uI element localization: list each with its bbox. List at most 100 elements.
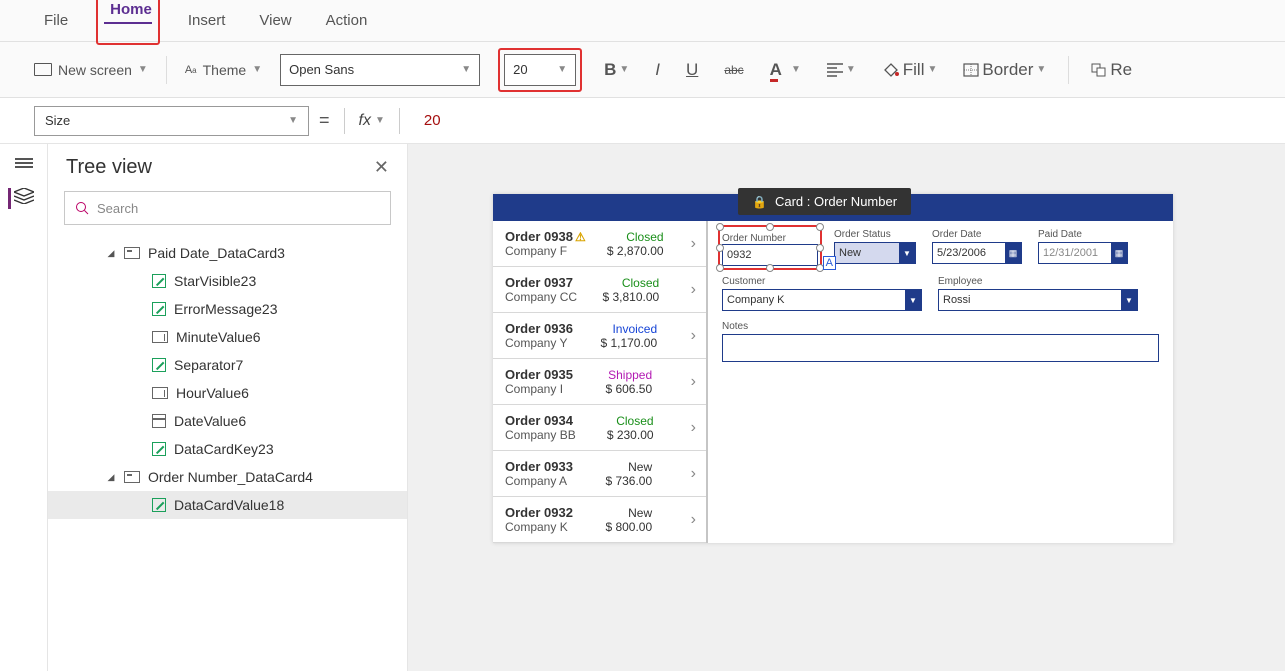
orderdate-input[interactable]: 5/23/2006▦ [932,242,1022,264]
selected-card-ordernumber[interactable]: Order Number 0932 A [718,225,822,270]
tree-node[interactable]: HourValue6 [48,379,407,407]
tree-node-label: DateValue6 [174,413,246,429]
tree-node-label: DataCardValue18 [174,497,284,513]
tab-file[interactable]: File [38,8,74,33]
fill-button[interactable]: Fill▼ [878,58,942,82]
menubar: File Home Insert View Action [0,0,1285,42]
ordernum-input[interactable]: 0932 [722,244,818,266]
txt-icon [152,331,168,343]
order-row[interactable]: Order 0935Company IShipped$ 606.50› [493,359,706,405]
theme-label: Theme [203,62,247,78]
reorder-label: Re [1110,60,1132,80]
paiddate-label: Paid Date [1038,229,1128,240]
theme-button[interactable]: Aa Theme ▼ [185,62,262,78]
employee-label: Employee [938,276,1138,287]
customer-select[interactable]: Company K▼ [722,289,922,311]
tree-node-label: ErrorMessage23 [174,301,278,317]
reorder-button[interactable]: Re [1087,58,1136,82]
search-icon [75,201,89,215]
tree-node[interactable]: MinuteValue6 [48,323,407,351]
tree-node[interactable]: ◢Order Number_DataCard4 [48,463,407,491]
align-icon [827,63,843,77]
tab-view[interactable]: View [253,8,297,33]
chevron-right-icon: › [691,235,696,253]
screen-icon [34,63,52,76]
tree-node[interactable]: Separator7 [48,351,407,379]
card-icon [124,471,140,483]
font-color-button[interactable]: A▼ [766,58,805,82]
property-select[interactable]: Size ▼ [34,106,309,136]
chevron-down-icon: ▼ [1121,290,1137,310]
tree-node-label: Separator7 [174,357,243,373]
calendar-icon: ▦ [1111,243,1127,263]
font-size-value: 20 [513,62,527,77]
border-icon [963,63,979,77]
tree-title: Tree view [66,156,152,179]
order-row[interactable]: Order 0934Company BBClosed$ 230.00› [493,405,706,451]
customer-label: Customer [722,276,922,287]
chevron-down-icon: ▼ [905,290,921,310]
tab-home[interactable]: Home [104,0,152,45]
edit-icon [152,498,166,512]
edit-icon [152,442,166,456]
border-button[interactable]: Border▼ [959,58,1050,82]
chevron-right-icon: › [691,465,696,483]
hamburger-icon[interactable] [15,156,33,170]
bold-button[interactable]: B▼ [600,58,633,82]
paiddate-input[interactable]: 12/31/2001▦ [1038,242,1128,264]
font-size-select[interactable]: 20 ▼ [504,54,576,86]
formula-value[interactable]: 20 [424,112,441,129]
close-icon[interactable]: ✕ [374,157,389,178]
underline-button[interactable]: U [682,58,702,82]
tab-action[interactable]: Action [320,8,374,33]
chevron-down-icon: ▼ [252,64,262,75]
calendar-icon: ▦ [1005,243,1021,263]
order-row[interactable]: Order 0938⚠Company FClosed$ 2,870.00› [493,221,706,267]
tree-node-label: Paid Date_DataCard3 [148,245,285,261]
chevron-down-icon: ▼ [899,243,915,263]
tab-insert[interactable]: Insert [182,8,232,33]
orderdate-label: Order Date [932,229,1022,240]
fx-button[interactable]: fx▼ [359,112,385,130]
order-list: Order 0938⚠Company FClosed$ 2,870.00›Ord… [493,221,708,543]
tree-node[interactable]: DateValue6 [48,407,407,435]
chevron-down-icon: ▼ [557,64,567,75]
chevron-right-icon: › [691,419,696,437]
notes-label: Notes [722,321,1159,332]
tree-node[interactable]: ◢Paid Date_DataCard3 [48,239,407,267]
tree-node-label: DataCardKey23 [174,441,274,457]
order-row[interactable]: Order 0932Company KNew$ 800.00› [493,497,706,543]
tree-node[interactable]: DataCardValue18 [48,491,407,519]
txt-icon [152,387,168,399]
chevron-right-icon: › [691,327,696,345]
ordernum-label: Order Number [722,233,786,244]
new-screen-button[interactable]: New screen ▼ [34,62,148,78]
new-screen-label: New screen [58,62,132,78]
tree-node[interactable]: ErrorMessage23 [48,295,407,323]
order-row[interactable]: Order 0937Company CCClosed$ 3,810.00› [493,267,706,313]
formula-bar: Size ▼ = fx▼ 20 [0,98,1285,144]
align-button[interactable]: ▼ [823,61,860,79]
tree-search-input[interactable]: Search [64,191,391,225]
reorder-icon [1091,63,1107,77]
font-family-select[interactable]: Open Sans ▼ [280,54,480,86]
app-preview: Northwind Orders Order 0938⚠Company FClo… [493,194,1173,543]
italic-button[interactable]: I [651,58,664,82]
font-family-value: Open Sans [289,62,354,77]
order-row[interactable]: Order 0936Company YInvoiced$ 1,170.00› [493,313,706,359]
order-row[interactable]: Order 0933Company ANew$ 736.00› [493,451,706,497]
tree-list: ◢Paid Date_DataCard3StarVisible23 ErrorMe… [48,235,407,671]
status-select[interactable]: New▼ [834,242,916,264]
employee-select[interactable]: Rossi▼ [938,289,1138,311]
notes-input[interactable] [722,334,1159,362]
tree-view-icon[interactable] [8,188,34,209]
chevron-right-icon: › [691,373,696,391]
edit-icon [152,274,166,288]
tree-node[interactable]: StarVisible23 [48,267,407,295]
cal-icon [152,414,166,428]
canvas[interactable]: 🔒 Card : Order Number Northwind Orders O… [408,144,1285,671]
tree-node[interactable]: DataCardKey23 [48,435,407,463]
tree-node-label: HourValue6 [176,385,249,401]
edit-cursor-icon: A [823,256,836,270]
strikethrough-button[interactable]: abc [720,61,747,79]
